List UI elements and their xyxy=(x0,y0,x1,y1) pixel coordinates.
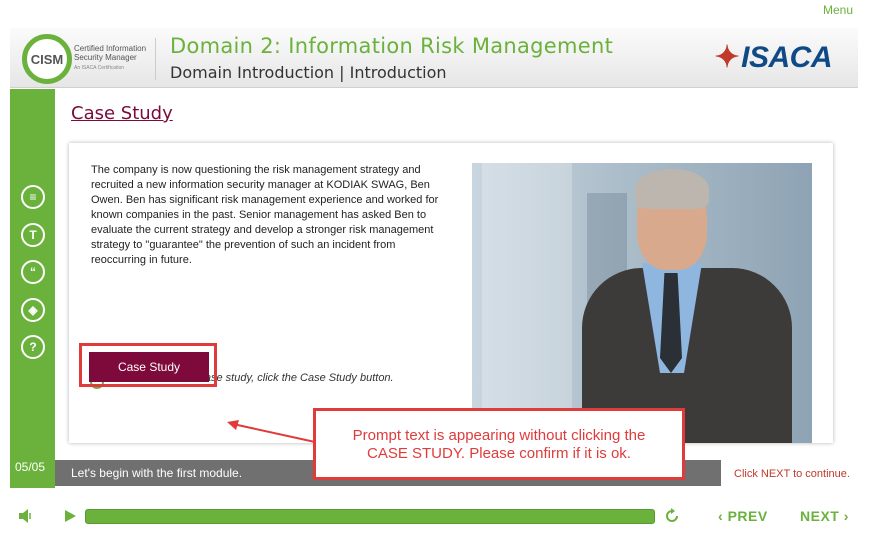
page-title: Case Study xyxy=(71,103,173,124)
prev-button[interactable]: ‹ PREV xyxy=(718,508,768,524)
help-icon[interactable]: ? xyxy=(21,335,45,359)
logo-line-2: Security Manager xyxy=(74,53,137,62)
header-divider xyxy=(155,38,156,80)
callout-line-1: Prompt text is appearing without clickin… xyxy=(352,427,646,444)
prev-label: PREV xyxy=(727,508,768,524)
transcript-icon[interactable]: ≡ xyxy=(21,185,45,209)
cism-badge: CISM xyxy=(22,34,72,84)
player-controls: ‹ PREV NEXT › xyxy=(0,500,870,534)
replay-icon[interactable] xyxy=(664,508,680,524)
menu-link[interactable]: Menu xyxy=(823,3,853,17)
domain-title: Domain 2: Information Risk Management xyxy=(170,34,614,58)
quote-icon[interactable]: “ xyxy=(21,260,45,284)
click-next-prompt: Click NEXT to continue. xyxy=(734,468,850,480)
play-icon[interactable] xyxy=(64,508,78,524)
resources-icon[interactable]: ◈ xyxy=(21,298,45,322)
chevron-right-icon: › xyxy=(839,508,849,524)
cism-logo-text: Certified Information Security Manager A… xyxy=(74,44,146,73)
isaca-mark-icon: ✦ xyxy=(714,41,740,74)
next-button[interactable]: NEXT › xyxy=(800,508,849,524)
domain-subtitle: Domain Introduction | Introduction xyxy=(170,63,447,82)
volume-icon[interactable] xyxy=(18,508,34,524)
logo-line-3: An ISACA Certification xyxy=(74,65,125,71)
annotation-callout: Prompt text is appearing without clickin… xyxy=(313,408,685,480)
cism-abbr: CISM xyxy=(30,51,64,67)
next-label: NEXT xyxy=(800,508,840,524)
case-study-body: The company is now questioning the risk … xyxy=(91,164,439,266)
case-study-button[interactable]: Case Study xyxy=(89,352,209,382)
isaca-logo: ✦ISACA xyxy=(714,40,833,75)
case-study-card: The company is now questioning the risk … xyxy=(69,143,833,443)
logo-line-1: Certified Information xyxy=(74,44,147,53)
page-counter: 05/05 xyxy=(15,460,46,474)
callout-line-2: CASE STUDY. Please confirm if it is ok. xyxy=(367,445,631,462)
sidebar: ≡ T “ ◈ ? 05/05 xyxy=(10,89,55,488)
businessman-photo xyxy=(472,163,812,443)
progress-bar[interactable] xyxy=(85,509,655,524)
annotation-arrow xyxy=(227,420,316,443)
cism-logo: CISM Certified Information Security Mana… xyxy=(22,34,152,84)
isaca-brand: ISACA xyxy=(741,41,832,74)
chevron-left-icon: ‹ xyxy=(718,508,728,524)
text-icon[interactable]: T xyxy=(21,223,45,247)
header: CISM Certified Information Security Mana… xyxy=(10,28,858,88)
